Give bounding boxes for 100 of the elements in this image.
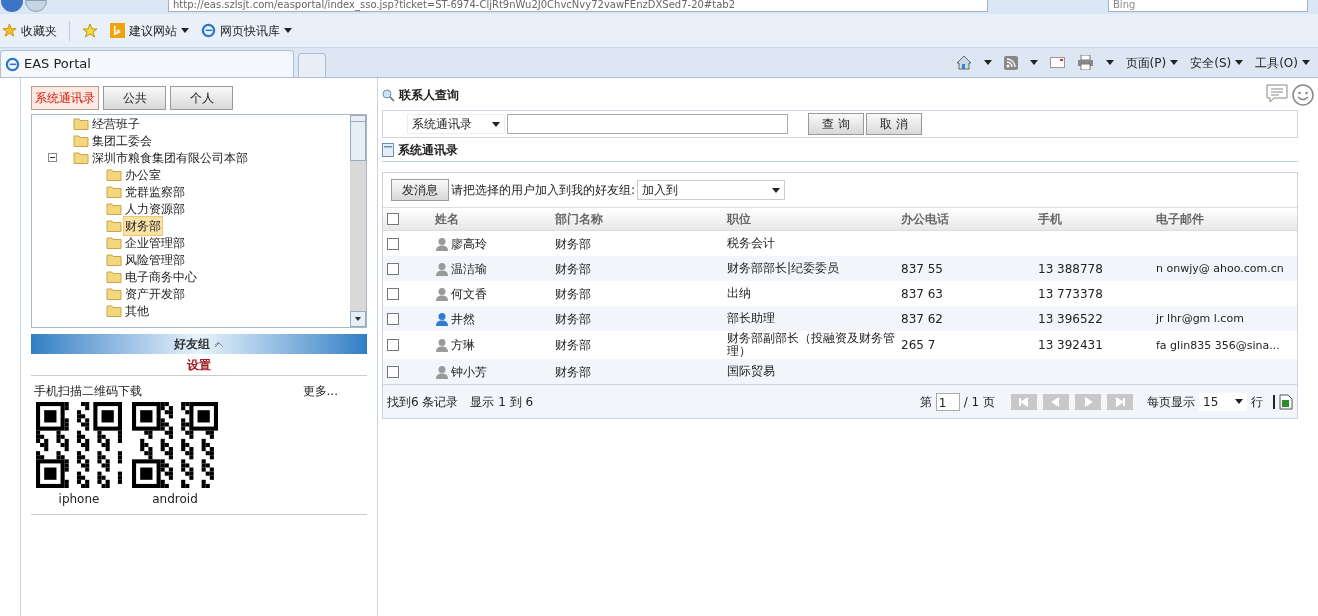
forward-button[interactable]: [25, 0, 47, 12]
search-icon: [382, 88, 395, 102]
department-cell: 财务部: [555, 236, 591, 251]
add-favorite-icon[interactable]: [82, 22, 98, 39]
search-button[interactable]: 查 询: [808, 113, 864, 135]
back-button[interactable]: [1, 0, 23, 12]
name-cell[interactable]: 何文香: [451, 284, 487, 303]
group-select[interactable]: 加入到: [637, 180, 786, 200]
feed-icon[interactable]: [1003, 55, 1018, 70]
qr-caption: android: [152, 491, 198, 508]
row-checkbox[interactable]: [387, 312, 399, 325]
name-cell[interactable]: 钟小芳: [451, 362, 487, 381]
position-cell: 部长助理: [727, 311, 775, 325]
send-message-button[interactable]: 发消息: [391, 179, 449, 201]
command-menu[interactable]: 安全(S): [1190, 53, 1244, 72]
favorites-item[interactable]: 建议网站: [110, 21, 189, 40]
mail-icon[interactable]: [1049, 57, 1065, 68]
command-menu[interactable]: 页面(P): [1125, 53, 1179, 72]
select-all-checkbox[interactable]: [387, 213, 399, 225]
folder-icon: [73, 117, 89, 130]
record-count: 找到6 条记录: [387, 393, 459, 411]
folder-icon: [106, 202, 122, 215]
mobile-cell: 13 388778: [1038, 261, 1103, 276]
folder-icon: [106, 304, 122, 317]
email-cell: n onwjy@ ahoo.com.cn: [1156, 262, 1284, 276]
row-checkbox[interactable]: [387, 262, 399, 275]
favorites-item[interactable]: 网页快讯库: [201, 21, 292, 40]
name-cell[interactable]: 廖高玲: [451, 234, 487, 253]
name-cell[interactable]: 温洁瑜: [451, 259, 487, 278]
folder-icon: [106, 236, 122, 249]
directory-tab[interactable]: 系统通讯录: [31, 86, 99, 110]
position-cell: 国际贸易: [727, 364, 775, 378]
display-range: 显示 1 到 6: [470, 393, 534, 411]
name-cell[interactable]: 井然: [451, 309, 475, 328]
scope-select[interactable]: 系统通讯录: [407, 114, 505, 134]
add-to-group-label: 请把选择的用户加入到我的好友组:: [451, 182, 636, 199]
qr-code-icon: [36, 402, 122, 488]
office-phone-cell: 837 62: [901, 311, 943, 326]
department-cell: 财务部: [555, 364, 591, 379]
browser-tab[interactable]: EAS Portal: [0, 50, 294, 77]
command-menu[interactable]: 工具(O): [1255, 53, 1310, 72]
folder-icon: [73, 134, 89, 147]
per-page-select[interactable]: 15: [1199, 392, 1247, 411]
comment-icon[interactable]: [1266, 84, 1288, 104]
row-checkbox[interactable]: [387, 339, 399, 351]
column-header[interactable]: 部门名称: [555, 210, 727, 228]
column-header[interactable]: 手机: [1038, 210, 1156, 228]
column-header[interactable]: 姓名: [435, 210, 555, 228]
scrollbar[interactable]: [350, 115, 366, 327]
qr-download-title: 手机扫描二维码下载: [34, 383, 142, 400]
department-cell: 财务部: [555, 286, 591, 301]
favorites-item[interactable]: 收藏夹: [2, 21, 57, 40]
row-checkbox[interactable]: [387, 237, 399, 250]
department-cell: 财务部: [555, 338, 591, 352]
excel-export-icon[interactable]: [1279, 393, 1293, 410]
address-field[interactable]: http://eas.szlsjt.com/easportal/index_sso.jsp?ticket=ST-6974-CljRt9nWu2J0ChvcNvy72vawFEnzDXSed7-20#tab2: [168, 0, 988, 12]
search-field[interactable]: [507, 114, 788, 134]
folder-icon: [106, 219, 122, 232]
more-link[interactable]: 更多...: [302, 382, 338, 400]
name-cell[interactable]: 方琳: [451, 336, 475, 354]
qr-caption: iphone: [58, 491, 100, 508]
page-total: / 1 页: [963, 393, 995, 411]
email-cell: fa glin835 356@sina...: [1156, 338, 1280, 352]
smiley-icon[interactable]: [1292, 84, 1314, 106]
search-field[interactable]: Bing: [1108, 0, 1308, 12]
page-title: 联系人查询: [399, 87, 459, 104]
department-cell: 财务部: [555, 311, 591, 326]
position-cell: 税务会计: [727, 236, 775, 250]
directory-tab[interactable]: 公共: [103, 86, 166, 110]
column-header[interactable]: 办公电话: [901, 210, 1038, 228]
star-icon: [2, 23, 17, 38]
qr-code-icon: [132, 402, 218, 488]
position-cell: 出纳: [727, 286, 751, 300]
page-field[interactable]: 1: [935, 392, 960, 411]
friends-group-header[interactable]: 好友组: [31, 334, 367, 354]
settings-link[interactable]: 设置: [187, 355, 211, 374]
position-cell: 财务部部长|纪委委员: [727, 261, 840, 275]
home-icon[interactable]: [955, 55, 972, 70]
column-header[interactable]: 职位: [727, 210, 901, 228]
directory-tab[interactable]: 个人: [170, 86, 233, 110]
row-checkbox[interactable]: [387, 365, 399, 378]
email-cell: jr lhr@gm l.com: [1156, 312, 1244, 326]
folder-icon: [106, 168, 122, 181]
position-cell: 财务部副部长（投融资及财务管理）: [727, 331, 895, 358]
column-header[interactable]: 电子邮件: [1156, 210, 1296, 228]
tree-item[interactable]: 财务部: [123, 215, 163, 236]
mobile-cell: 13 773378: [1038, 286, 1103, 301]
collapse-toggle[interactable]: [48, 153, 57, 162]
cancel-button[interactable]: 取 消: [866, 113, 922, 135]
address-book-icon: [382, 142, 394, 157]
printer-icon[interactable]: [1076, 55, 1094, 70]
page-prefix: 第: [919, 393, 932, 411]
chevron-up-icon: [214, 340, 224, 348]
bing-logo-icon: [110, 23, 125, 38]
row-checkbox[interactable]: [387, 287, 399, 300]
folder-icon: [106, 253, 122, 266]
mobile-cell: 13 392431: [1038, 338, 1103, 352]
office-phone-cell: 837 63: [901, 286, 943, 301]
office-phone-cell: 265 7: [901, 338, 936, 352]
folder-icon: [106, 270, 122, 283]
